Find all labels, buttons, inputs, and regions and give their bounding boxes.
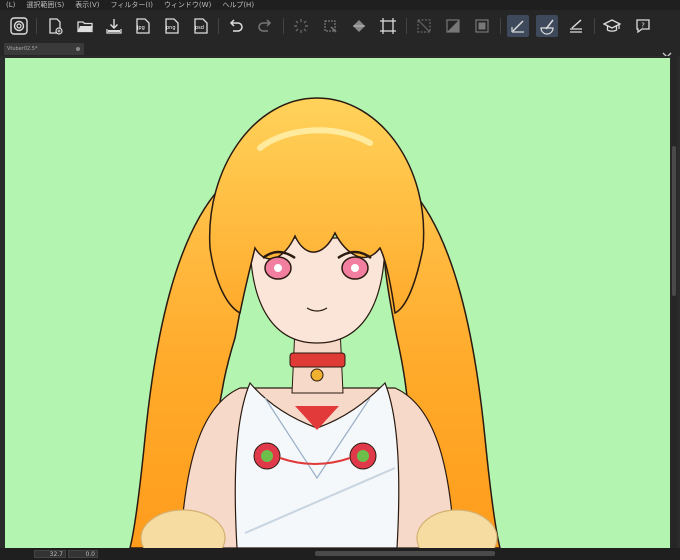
rotation-field[interactable]: 0.0 (68, 550, 98, 558)
redo-icon[interactable] (254, 15, 276, 37)
crop-icon[interactable] (319, 15, 341, 37)
character-illustration (129, 97, 501, 548)
close-tab-icon[interactable] (76, 47, 80, 51)
invert-selection-icon[interactable] (442, 15, 464, 37)
menu-item-filter[interactable]: フィルター(I) (105, 0, 158, 10)
open-folder-icon[interactable] (74, 15, 96, 37)
vertical-scroll-thumb[interactable] (672, 146, 676, 296)
undo-icon[interactable] (225, 15, 247, 37)
snap-ruler-icon[interactable] (507, 15, 529, 37)
svg-text:?: ? (641, 22, 645, 30)
menu-item-window[interactable]: ウィンドウ(W) (158, 0, 216, 10)
clear-selection-icon[interactable] (413, 15, 435, 37)
fill-icon[interactable] (348, 15, 370, 37)
zoom-field[interactable]: 32.7 (34, 550, 66, 558)
export-psd-label: psd (195, 25, 204, 31)
menu-item-selection[interactable]: 選択範囲(S) (20, 0, 69, 10)
document-tab-bar: Vtuber02.5* (0, 42, 680, 58)
export-psd-icon[interactable]: psd (190, 15, 212, 37)
menu-bar: (L) 選択範囲(S) 表示(V) フィルター(I) ウィンドウ(W) ヘルプ(… (0, 0, 680, 10)
busy-icon (290, 15, 312, 37)
status-bar: 32.7 0.0 (0, 548, 680, 560)
export-png-label: png (166, 25, 176, 31)
canvas[interactable] (5, 58, 670, 548)
export-jpg-icon[interactable]: jpg (132, 15, 154, 37)
command-bar: jpg png psd ? (0, 10, 680, 43)
save-icon[interactable] (103, 15, 125, 37)
help-icon[interactable]: ? (632, 15, 654, 37)
snap-grid-icon[interactable] (565, 15, 587, 37)
menu-item-help[interactable]: ヘルプ(H) (216, 0, 259, 10)
horizontal-scroll-thumb[interactable] (315, 551, 495, 556)
select-all-icon[interactable] (471, 15, 493, 37)
app-logo-icon[interactable] (8, 15, 30, 37)
export-jpg-label: jpg (137, 25, 145, 31)
menu-item-layer[interactable]: (L) (0, 0, 20, 10)
document-tab-label: Vtuber02.5* (7, 46, 38, 52)
menu-item-view[interactable]: 表示(V) (69, 0, 104, 10)
transform-icon[interactable] (377, 15, 399, 37)
vertical-scrollbar[interactable] (671, 56, 677, 548)
export-png-icon[interactable]: png (161, 15, 183, 37)
snap-special-ruler-icon[interactable] (536, 15, 558, 37)
learn-icon[interactable] (601, 15, 623, 37)
canvas-area (0, 56, 680, 548)
document-tab[interactable]: Vtuber02.5* (4, 43, 84, 55)
new-file-icon[interactable] (44, 15, 66, 37)
